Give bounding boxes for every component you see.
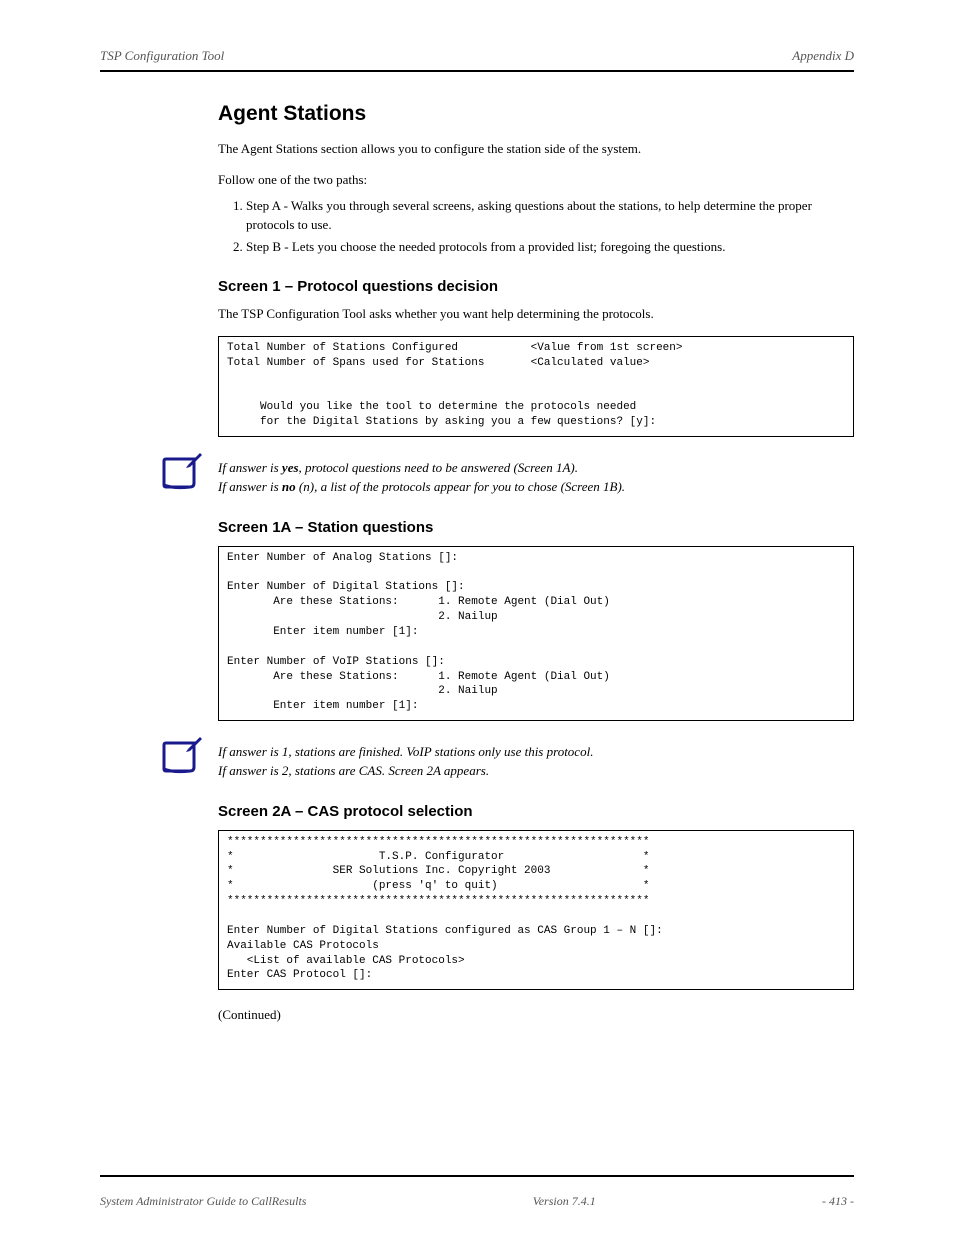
page-header: TSP Configuration Tool Appendix D: [100, 48, 854, 64]
section-title: Agent Stations: [218, 102, 854, 126]
header-left: TSP Configuration Tool: [100, 48, 224, 64]
screen1a-code: Enter Number of Analog Stations []: Ente…: [218, 546, 854, 721]
screen1-code: Total Number of Stations Configured <Val…: [218, 336, 854, 437]
step-item: Step B - Lets you choose the needed prot…: [246, 237, 854, 257]
footer-left: System Administrator Guide to CallResult…: [100, 1194, 306, 1209]
footer-rule: [100, 1175, 854, 1177]
page: TSP Configuration Tool Appendix D Agent …: [0, 0, 954, 1235]
section-intro: The Agent Stations section allows you to…: [218, 140, 854, 159]
note-icon: [160, 737, 206, 775]
note-1-text: If answer is yes, protocol questions nee…: [218, 453, 625, 497]
step-list: Step A - Walks you through several scree…: [218, 196, 854, 257]
screen1a-title: Screen 1A – Station questions: [218, 519, 854, 536]
page-footer: System Administrator Guide to CallResult…: [100, 1194, 854, 1209]
screen2a-code: ****************************************…: [218, 830, 854, 990]
header-right: Appendix D: [792, 48, 854, 64]
step-item: Step A - Walks you through several scree…: [246, 196, 854, 235]
continued-marker: (Continued): [218, 1006, 854, 1025]
footer-center: Version 7.4.1: [533, 1194, 596, 1209]
screen1-desc: The TSP Configuration Tool asks whether …: [218, 305, 854, 324]
note-2-text: If answer is 1, stations are finished. V…: [218, 737, 593, 781]
screen1-title: Screen 1 – Protocol questions decision: [218, 278, 854, 295]
note-1: If answer is yes, protocol questions nee…: [160, 453, 854, 497]
note-2: If answer is 1, stations are finished. V…: [160, 737, 854, 781]
note-icon: [160, 453, 206, 491]
content-column: Agent Stations The Agent Stations sectio…: [218, 102, 854, 1025]
screen2a-title: Screen 2A – CAS protocol selection: [218, 803, 854, 820]
step-intro: Follow one of the two paths:: [218, 171, 854, 190]
footer-right: - 413 -: [822, 1194, 854, 1209]
header-rule: [100, 70, 854, 72]
